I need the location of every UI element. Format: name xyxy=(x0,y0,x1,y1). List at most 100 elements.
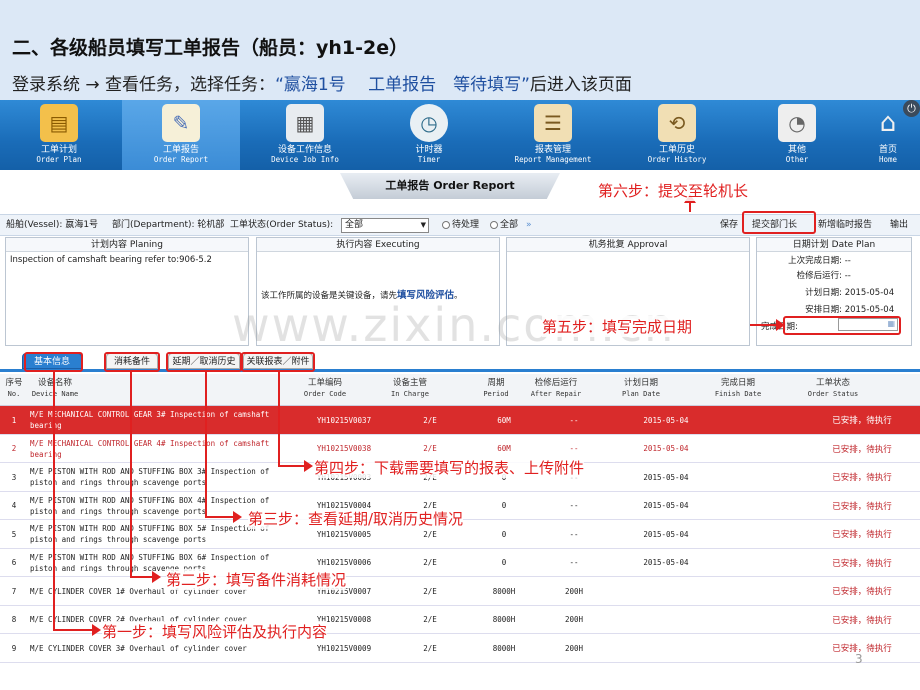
cell-no: 6 xyxy=(11,558,17,567)
cell-after-repair: -- xyxy=(569,501,579,510)
col-label-en: Plan Date xyxy=(622,390,660,398)
plan-text: Inspection of camshaft bearing refer to:… xyxy=(10,255,212,265)
export-button[interactable]: 输出 xyxy=(890,215,908,235)
toolbar-label-zh: 其他 xyxy=(787,145,806,155)
after-repair-label: 检修后运行: xyxy=(796,271,842,281)
col-no: 序号 No. xyxy=(2,378,26,400)
cell-in-charge: 2/E xyxy=(423,558,437,567)
toolbar-label-zh: 工单历史 xyxy=(658,145,695,155)
toolbar-label-en: Order Report xyxy=(153,155,209,164)
cell-order-status: 已安排，待执行 xyxy=(832,444,892,455)
history-icon: ⟲ xyxy=(658,104,696,142)
after-repair-value: -- xyxy=(844,271,851,281)
col-label-zh: 完成日期 xyxy=(720,378,755,388)
col-label-zh: 序号 xyxy=(5,378,23,388)
arrow-right-icon xyxy=(776,319,785,331)
pie-chart-icon: ◔ xyxy=(778,104,816,142)
connector-line xyxy=(130,372,132,577)
annotation-step3: 第三步：查看延期/取消历史情况 xyxy=(248,508,464,529)
toolbar-order-history[interactable]: ⟲ 工单历史 Order History xyxy=(618,100,736,170)
add-temp-report-button[interactable]: 新增临时报告 xyxy=(818,215,872,235)
cell-no: 2 xyxy=(11,444,17,453)
cell-plan-date: 2015-05-04 xyxy=(643,558,689,567)
cell-no: 9 xyxy=(11,643,17,653)
cell-in-charge: 2/E xyxy=(423,586,437,596)
cell-finish-date xyxy=(716,577,776,605)
cell-finish-date xyxy=(716,634,776,662)
plan-date-value: 2015-05-04 xyxy=(844,288,895,298)
radio-all[interactable]: 全部 xyxy=(490,215,518,235)
vessel-label: 船舶(Vessel): 嬴海1号 xyxy=(6,220,99,230)
panel-date-title: 日期计划 Date Plan xyxy=(757,238,911,252)
toolbar-other[interactable]: ◔ 其他 Other xyxy=(742,100,852,170)
order-status-select[interactable]: 全部 ▼ xyxy=(341,218,429,233)
tab-basic-info[interactable]: 基本信息 xyxy=(22,353,82,369)
cell-plan-date: 2015-05-04 xyxy=(643,472,689,482)
cell-device-name: M/E MECHANICAL CONTROL GEAR 3# Inspectio… xyxy=(30,410,270,430)
toolbar-label-en: Report Management xyxy=(514,155,592,164)
arrow-right-icon xyxy=(233,511,242,523)
connector-line xyxy=(205,516,235,518)
toolbar-device-job-info[interactable]: ▦ 设备工作信息 Device Job Info xyxy=(246,100,364,170)
toolbar-timer[interactable]: ◷ 计时器 Timer xyxy=(370,100,488,170)
panel-planning-title: 计划内容 Planing xyxy=(6,238,248,252)
connector-line xyxy=(278,372,280,466)
col-label-en: After Repair xyxy=(530,390,582,398)
toolbar-order-plan[interactable]: ▤ 工单计划 Order Plan xyxy=(0,100,118,170)
annotation-step4: 第四步：下载需要填写的报表、上传附件 xyxy=(314,457,585,478)
cell-after-repair: 200H xyxy=(564,586,584,596)
cell-finish-date xyxy=(716,606,776,634)
cell-period: 8000H xyxy=(492,643,516,653)
slide-subtitle: 登录系统 → 查看任务，选择任务：“嬴海1号 工单报告 等待填写”后进入该页面 xyxy=(12,70,632,95)
power-icon[interactable]: ⏻ xyxy=(903,100,920,117)
col-label-en: In Charge xyxy=(391,390,429,398)
cell-period: 0 xyxy=(501,529,507,539)
col-label-en: Finish Date xyxy=(714,390,762,398)
cell-no: 3 xyxy=(11,472,17,482)
toolbar-order-report[interactable]: ✎ 工单报告 Order Report xyxy=(122,100,240,170)
col-label-en: Order Code xyxy=(303,390,347,398)
table-row[interactable]: 6 M/E PISTON WITH ROD AND STUFFING BOX 6… xyxy=(0,549,920,577)
plan-date-label: 计划日期: xyxy=(805,288,842,298)
tab-delay-cancel-history[interactable]: 延期／取消历史 xyxy=(168,353,240,369)
cell-device-name: M/E MECHANICAL CONTROL GEAR 4# Inspectio… xyxy=(30,438,270,459)
cell-plan-date xyxy=(630,634,702,662)
cell-in-charge: 2/E xyxy=(423,615,437,624)
toolbar-label-en: Timer xyxy=(417,155,441,164)
cell-plan-date xyxy=(630,577,702,605)
cell-after-repair: 200H xyxy=(564,643,584,653)
col-device-name: 设备名称Device Name xyxy=(30,378,80,400)
col-label-zh: 周期 xyxy=(487,378,505,388)
save-button[interactable]: 保存 xyxy=(720,215,738,235)
toolbar-label-zh: 计时器 xyxy=(415,145,443,155)
calendar-icon[interactable]: ▦ xyxy=(887,319,895,328)
table-row[interactable]: 7 M/E CYLINDER COVER 1# Overhaul of cyli… xyxy=(0,577,920,606)
annotation-step6: 第六步：提交至轮机长 xyxy=(598,180,749,201)
toolbar-label-zh: 工单计划 xyxy=(40,145,77,155)
col-label-en: No. xyxy=(7,390,21,398)
tab-spare-parts[interactable]: 消耗备件 xyxy=(106,353,158,369)
last-done-value: -- xyxy=(844,256,851,266)
submit-dept-head-button[interactable]: 提交部门长 xyxy=(752,215,797,235)
panel-planning: 计划内容 Planing Inspection of camshaft bear… xyxy=(5,237,249,346)
tab-reports-attachments[interactable]: 关联报表／附件 xyxy=(243,353,313,369)
double-chevron-icon[interactable]: » xyxy=(526,215,532,235)
cell-finish-date xyxy=(716,549,776,577)
table-row[interactable]: 1 M/E MECHANICAL CONTROL GEAR 3# Inspect… xyxy=(0,406,920,435)
cell-period: 0 xyxy=(501,501,507,510)
cell-device-name: M/E PISTON WITH ROD AND STUFFING BOX 3# … xyxy=(30,467,270,487)
toolbar-report-management[interactable]: ☰ 报表管理 Report Management xyxy=(494,100,612,170)
toolbar-label-zh: 首页 xyxy=(878,145,897,155)
col-label-en: Order Status xyxy=(807,390,859,398)
radio-pending[interactable]: 待处理 xyxy=(442,215,479,235)
arrow-right-icon xyxy=(304,460,313,472)
annotation-step1: 第一步：填写风险评估及执行内容 xyxy=(102,621,328,642)
cell-period: 60M xyxy=(497,415,511,425)
page-number: 3 xyxy=(855,652,863,666)
arrow-right-icon xyxy=(152,571,161,583)
tab-order-report[interactable]: 工单报告 Order Report xyxy=(340,173,560,199)
cell-plan-date: 2015-05-04 xyxy=(643,529,689,539)
finish-date-input[interactable]: ▦ xyxy=(838,318,898,331)
cell-no: 4 xyxy=(11,501,17,510)
radio-pending-label: 待处理 xyxy=(452,220,480,230)
